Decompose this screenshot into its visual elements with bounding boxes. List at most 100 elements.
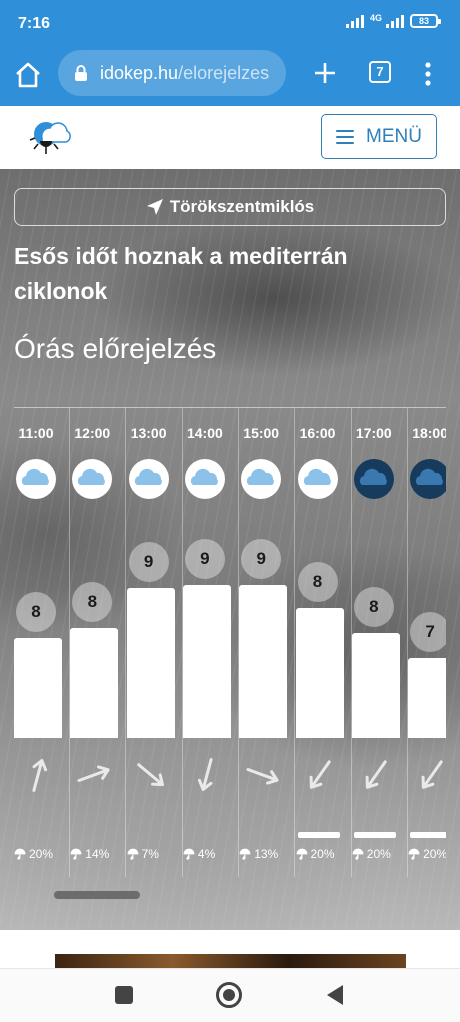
umbrella-icon [296, 848, 307, 860]
browser-toolbar: idokep.hu/elorejelzes 7 [0, 48, 460, 106]
cloudy-icon [240, 458, 282, 500]
site-header: MENÜ [0, 106, 460, 169]
precipitation-value: 13% [254, 847, 279, 861]
cloudy-icon [184, 458, 226, 500]
horizontal-scrollbar[interactable] [54, 891, 140, 899]
menu-button[interactable]: MENÜ [321, 114, 437, 159]
temperature-bar [408, 658, 446, 738]
location-name: Törökszentmiklós [169, 197, 315, 216]
temperature-bar [351, 633, 400, 738]
temperature-bar [126, 588, 175, 738]
url-bar[interactable]: idokep.hu/elorejelzes [58, 50, 286, 96]
wind-arrow-ne-icon [365, 760, 387, 789]
precipitation-mark [410, 832, 446, 838]
home-nav-icon[interactable] [216, 982, 242, 1008]
precipitation-chance: 7% [127, 847, 183, 861]
forecast-hour: 16:00 [299, 425, 336, 441]
umbrella-icon [239, 848, 251, 860]
recents-icon[interactable] [115, 986, 133, 1004]
forecast-column[interactable]: 17:00 8 20% [351, 408, 408, 877]
forecast-hour: 13:00 [130, 425, 167, 441]
news-headline[interactable]: Esős időt hoznak a mediterrán ciklonok [14, 239, 434, 309]
location-button[interactable]: Törökszentmiklós [14, 188, 446, 226]
precipitation-value: 20% [423, 847, 446, 861]
weather-main: Törökszentmiklós Esős időt hoznak a medi… [0, 169, 460, 930]
cloudy-icon [128, 458, 170, 500]
temperature-value: 9 [241, 539, 282, 579]
umbrella-icon [14, 848, 26, 860]
section-title: Órás előrejelzés [14, 333, 217, 364]
site-logo-icon[interactable] [28, 114, 74, 160]
forecast-column[interactable]: 14:00 9 4% [182, 408, 239, 877]
location-arrow-icon [146, 199, 163, 215]
wind-arrow-ne-icon [421, 760, 443, 789]
wind-arrow-ssw-icon [32, 759, 48, 792]
precipitation-value: 20% [29, 847, 54, 861]
cloudy-icon [15, 458, 57, 500]
temperature-bar [182, 585, 231, 738]
forecast-hour: 11:00 [18, 425, 54, 441]
system-nav-bar [0, 968, 460, 1022]
temperature-value: 8 [72, 582, 113, 622]
wind-arrow-wnw-icon [246, 768, 279, 785]
lock-icon [75, 65, 87, 81]
forecast-column[interactable]: 15:00 9 13% [239, 408, 296, 877]
cloudy-icon [297, 458, 339, 500]
forecast-column[interactable]: 12:00 8 14% [70, 408, 127, 877]
precipitation-chance: 20% [14, 847, 70, 861]
umbrella-icon [70, 848, 82, 860]
temperature-value: 9 [184, 539, 225, 579]
temperature-value: 8 [297, 562, 338, 602]
rain-cloud-icon [409, 458, 446, 500]
forecast-hour: 15:00 [243, 425, 280, 441]
wind-arrow-wsw-icon [77, 765, 110, 782]
forecast-column[interactable]: 18:00 7 20% [408, 408, 446, 877]
rain-cloud-icon [353, 458, 395, 500]
precipitation-mark [297, 832, 340, 838]
hamburger-icon [336, 129, 355, 144]
precipitation-value: 4% [197, 847, 216, 861]
cell-signal-icon [386, 14, 404, 28]
status-icons: 4G 83 [345, 13, 441, 28]
wind-arrow-ne-icon [309, 760, 331, 789]
wind-arrow-nne-icon [197, 758, 213, 791]
precipitation-chance: 13% [239, 847, 295, 861]
forecast-hour: 14:00 [186, 425, 223, 441]
forecast-column[interactable]: 16:00 8 20% [295, 408, 352, 877]
precipitation-value: 20% [366, 847, 391, 861]
back-icon[interactable] [326, 984, 344, 1006]
wifi-signal-icon [345, 14, 364, 28]
cloudy-icon [71, 458, 113, 500]
temperature-value: 8 [353, 587, 394, 627]
temperature-value: 7 [410, 612, 446, 652]
forecast-column[interactable]: 13:00 9 7% [126, 408, 183, 877]
forecast-hour: 12:00 [74, 425, 111, 441]
forecast-hour: 17:00 [355, 425, 392, 441]
forecast-column[interactable]: 11:00 8 20% [14, 408, 70, 877]
temperature-value: 8 [16, 592, 56, 632]
status-time: 7:16 [18, 15, 51, 32]
more-options-icon[interactable] [418, 60, 438, 88]
precipitation-value: 14% [85, 847, 110, 861]
precipitation-value: 20% [310, 847, 335, 861]
ad-banner[interactable] [55, 954, 406, 968]
url-domain: idokep.hu [100, 62, 179, 83]
precipitation-chance: 20% [296, 847, 352, 861]
hourly-forecast[interactable]: 11:00 8 20% 12:00 8 14% 13:00 9 7% 14:00 9 4% 15:00 9… [14, 407, 446, 877]
umbrella-icon [408, 848, 420, 860]
temperature-bar [295, 608, 344, 738]
precipitation-value: 7% [141, 847, 159, 861]
new-tab-icon[interactable] [310, 58, 340, 88]
temperature-bar [70, 628, 119, 738]
precipitation-chance: 20% [352, 847, 408, 861]
status-bar: 7:16 4G 83 [0, 0, 460, 48]
home-icon[interactable] [12, 59, 44, 91]
menu-label: MENÜ [366, 125, 422, 147]
umbrella-icon [127, 848, 138, 860]
tab-switcher-button[interactable]: 7 [369, 61, 391, 83]
precipitation-chance: 20% [408, 847, 446, 861]
url-path: /elorejelzes [178, 62, 270, 83]
forecast-hour: 18:00 [412, 425, 446, 441]
precipitation-chance: 14% [70, 847, 126, 861]
network-type: 4G [369, 13, 382, 23]
